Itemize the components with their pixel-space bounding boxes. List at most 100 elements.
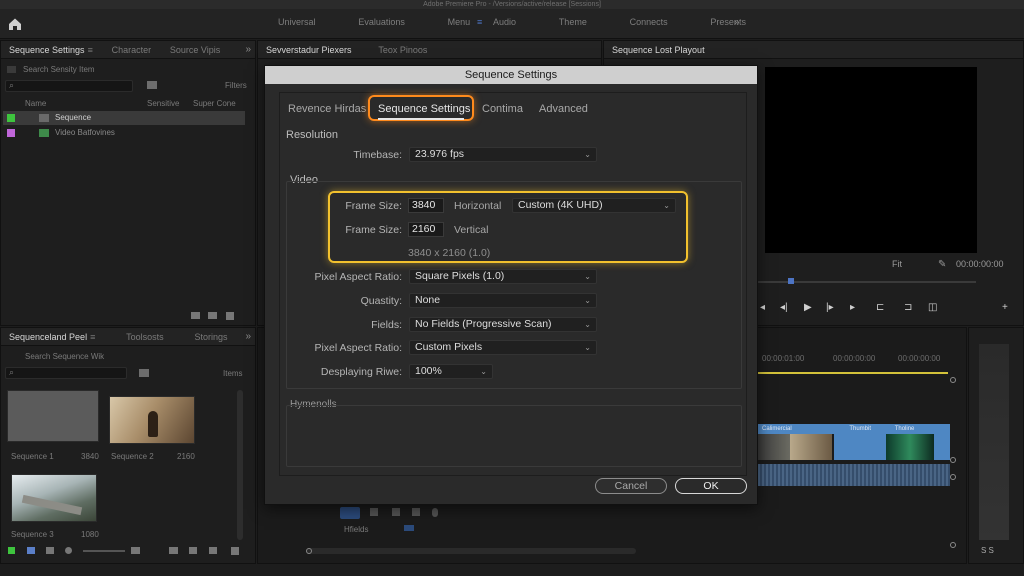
add-button-icon[interactable]: +	[1002, 302, 1008, 313]
tab-contima[interactable]: Contima	[482, 103, 523, 115]
step-forward-frame-icon[interactable]: |▸	[826, 302, 834, 313]
tab-character[interactable]: Character	[104, 41, 160, 58]
sort-icon[interactable]	[131, 547, 140, 554]
solo-icon[interactable]: S S	[981, 546, 994, 555]
timeline-scroll-indicator[interactable]	[950, 377, 956, 383]
video-clip[interactable]	[790, 434, 832, 460]
timebase-dropdown[interactable]: 23.976 fps ⌄	[409, 147, 597, 162]
icon-view-icon[interactable]	[46, 547, 54, 554]
fields-dropdown[interactable]: No Fields (Progressive Scan) ⌄	[409, 317, 597, 332]
workspace-menu-icon[interactable]: ≡	[477, 17, 482, 27]
zoom-slider[interactable]	[83, 550, 125, 552]
workspace-tab-evaluations[interactable]: Evaluations	[358, 17, 405, 27]
panel-overflow-icon[interactable]: »	[245, 44, 251, 55]
step-forward-icon[interactable]: ▸	[850, 302, 855, 313]
tab-sequence-settings[interactable]: Sequence Settings ≡	[1, 41, 101, 58]
list-item[interactable]: Video Batfovines	[3, 126, 245, 140]
trash-icon[interactable]	[231, 547, 239, 555]
clip-header[interactable]: Calimercial Thumbit Tholine	[758, 424, 950, 434]
new-item-icon[interactable]	[208, 312, 217, 319]
column-sensitive[interactable]: Sensitive	[147, 99, 179, 108]
workspace-tab-theme[interactable]: Theme	[559, 17, 587, 27]
track-output-icon[interactable]	[412, 508, 420, 516]
trash-icon[interactable]	[226, 312, 234, 320]
timeline-scroll-indicator[interactable]	[950, 457, 956, 463]
bins-scrollbar[interactable]	[237, 390, 243, 540]
panel-overflow-icon[interactable]: »	[245, 331, 251, 342]
workspace-tab-universal[interactable]: Universal	[278, 17, 316, 27]
video-clip[interactable]	[834, 434, 886, 460]
sequence-thumbnail[interactable]	[109, 396, 195, 444]
list-item[interactable]: Sequence	[3, 111, 245, 125]
tab-teox-pinoos[interactable]: Teox Pinoos	[370, 41, 435, 58]
lift-icon[interactable]: ⊏	[876, 302, 884, 313]
items-label[interactable]: Items	[223, 369, 243, 378]
cancel-button[interactable]: Cancel	[595, 478, 667, 494]
tab-sevverstadur-piexers[interactable]: Sevverstadur Piexers	[258, 41, 360, 58]
column-super-cone[interactable]: Super Cone	[193, 99, 236, 108]
mic-icon[interactable]	[432, 508, 438, 517]
pixel-aspect-dropdown[interactable]: Square Pixels (1.0) ⌄	[409, 269, 597, 284]
zoom-dropdown[interactable]: Fit	[892, 259, 902, 269]
step-back-icon[interactable]: ◂	[760, 302, 765, 313]
filters-label[interactable]: Filters	[225, 81, 247, 90]
frame-width-input[interactable]: 3840	[408, 198, 444, 213]
automate-icon[interactable]	[169, 547, 178, 554]
wrench-icon[interactable]: ✎	[938, 259, 946, 270]
tab-sequence-settings[interactable]: Sequence Settings	[378, 103, 470, 115]
pixel-aspect-dropdown-2[interactable]: Custom Pixels ⌄	[409, 340, 597, 355]
scroll-handle[interactable]	[306, 548, 312, 554]
new-item-icon[interactable]	[209, 547, 217, 554]
bins-search-input[interactable]: ⌕	[5, 367, 127, 379]
video-clip[interactable]	[934, 434, 950, 460]
video-clip[interactable]	[758, 434, 790, 460]
extract-icon[interactable]: ⊐	[904, 302, 912, 313]
tab-revence-hirdas[interactable]: Revence Hirdas	[288, 103, 366, 115]
source-panel-tabs: Sevverstadur Piexers Teox Pinoos	[258, 41, 601, 59]
workspace-overflow-icon[interactable]: »	[734, 17, 740, 28]
display-dropdown[interactable]: 100% ⌄	[409, 364, 493, 379]
pixel-aspect-value: Square Pixels (1.0)	[415, 270, 505, 282]
pencil-icon[interactable]	[8, 547, 15, 554]
list-view-icon[interactable]	[191, 312, 200, 319]
monitor-playhead-bar[interactable]	[758, 278, 976, 284]
column-name[interactable]: Name	[25, 99, 46, 108]
quality-dropdown[interactable]: None ⌄	[409, 293, 597, 308]
frame-preset-dropdown[interactable]: Custom (4K UHD) ⌄	[512, 198, 676, 213]
frame-summary: 3840 x 2160 (1.0)	[408, 247, 491, 259]
tab-toolsosts[interactable]: Toolsosts	[118, 328, 172, 345]
timeline-scroll-indicator[interactable]	[950, 542, 956, 548]
workspace-tab-menu[interactable]: Menu	[448, 17, 471, 27]
tab-storings[interactable]: Storings	[186, 328, 235, 345]
frame-height-input[interactable]: 2160	[408, 222, 444, 237]
tab-sequenceland-peel[interactable]: Sequenceland Peel ≡	[1, 328, 103, 345]
track-lock-icon[interactable]	[392, 508, 400, 516]
project-search-input[interactable]: ⌕	[5, 80, 133, 92]
video-clip[interactable]	[886, 434, 934, 460]
tab-source-vipis[interactable]: Source Vipis	[162, 41, 228, 58]
sequence-thumbnail[interactable]	[11, 474, 97, 522]
play-icon[interactable]: ▶	[804, 302, 812, 313]
ok-button[interactable]: OK	[675, 478, 747, 494]
timeline-scroll-indicator[interactable]	[950, 474, 956, 480]
freeform-view-icon[interactable]	[65, 547, 72, 554]
new-bin-icon[interactable]	[147, 81, 157, 89]
tab-advanced[interactable]: Advanced	[539, 103, 588, 115]
find-icon[interactable]	[189, 547, 197, 554]
list-view-icon[interactable]	[27, 547, 35, 554]
timeline-horizontal-scrollbar[interactable]	[306, 548, 636, 554]
sync-lock-icon[interactable]	[370, 508, 378, 516]
export-frame-icon[interactable]: ◫	[928, 302, 937, 313]
step-back-frame-icon[interactable]: ◂|	[780, 302, 788, 313]
playhead-marker[interactable]	[788, 278, 794, 284]
work-area-bar[interactable]	[758, 372, 948, 374]
program-monitor-screen[interactable]	[765, 67, 977, 253]
workspace-tab-audio[interactable]: Audio	[493, 17, 516, 27]
workspace-tab-connects[interactable]: Connects	[630, 17, 668, 27]
track-target-toggle[interactable]	[340, 507, 360, 519]
tab-sequence-lost-playout[interactable]: Sequence Lost Playout	[604, 41, 713, 58]
new-bin-icon[interactable]	[139, 369, 149, 377]
workspace-tab-presents[interactable]: Presents	[710, 17, 746, 27]
sequence-thumbnail[interactable]	[7, 390, 99, 442]
chevron-down-icon: ⌄	[663, 201, 670, 210]
